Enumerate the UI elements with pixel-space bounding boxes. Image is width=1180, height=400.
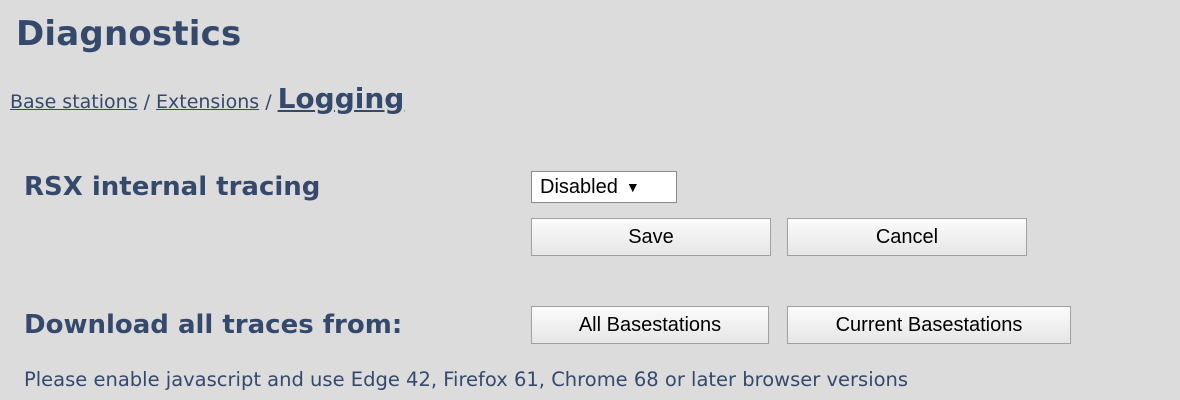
tracing-select[interactable]: Disabled ▼ (531, 171, 677, 203)
breadcrumb: Base stations / Extensions / Logging (10, 82, 404, 115)
tracing-label: RSX internal tracing (24, 172, 321, 202)
save-button[interactable]: Save (531, 218, 771, 256)
download-label: Download all traces from: (24, 310, 403, 340)
breadcrumb-link-base-stations[interactable]: Base stations (10, 91, 138, 113)
cancel-button[interactable]: Cancel (787, 218, 1027, 256)
tracing-select-value: Disabled (540, 175, 618, 198)
breadcrumb-link-extensions[interactable]: Extensions (156, 91, 259, 113)
diagnostics-panel: Diagnostics Base stations / Extensions / Log… (0, 0, 1180, 400)
browser-requirement-note: Please enable javascript and use Edge 42… (24, 368, 909, 391)
breadcrumb-separator: / (143, 91, 150, 113)
page-title: Diagnostics (16, 14, 242, 54)
current-basestations-button[interactable]: Current Basestations (787, 306, 1071, 344)
breadcrumb-current: Logging (277, 82, 405, 115)
all-basestations-button[interactable]: All Basestations (531, 306, 769, 344)
breadcrumb-separator: / (265, 91, 272, 113)
dropdown-arrow-icon: ▼ (625, 179, 640, 195)
